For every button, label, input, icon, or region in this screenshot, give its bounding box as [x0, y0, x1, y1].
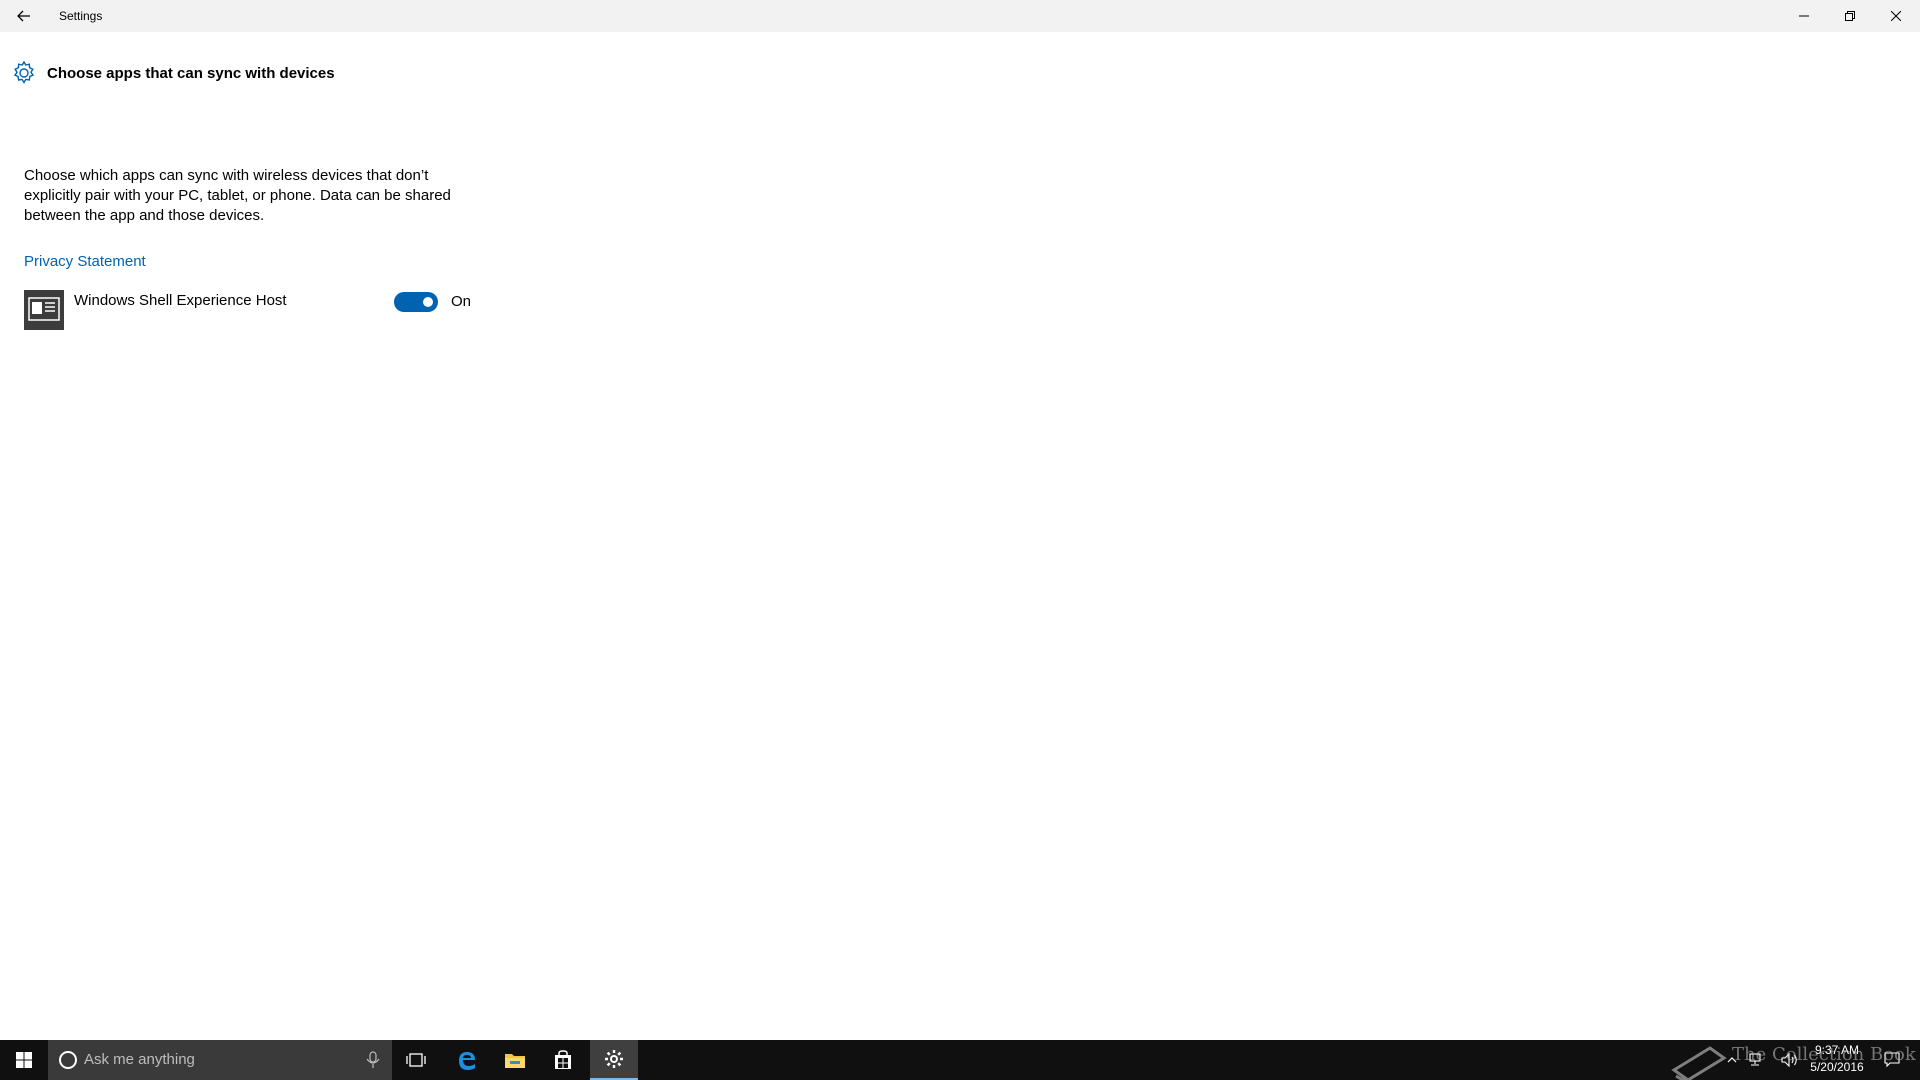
- taskbar: Ask me anything 9:37 AM 5/20/2016: [0, 1040, 1920, 1080]
- close-button[interactable]: [1873, 0, 1919, 32]
- task-view-icon: [406, 1053, 426, 1067]
- settings-gear-icon: [605, 1050, 623, 1068]
- settings-taskbar-button[interactable]: [590, 1040, 638, 1080]
- privacy-statement-link[interactable]: Privacy Statement: [24, 253, 146, 270]
- watermark-text: The Collection Book: [1732, 1044, 1916, 1065]
- microphone-icon[interactable]: [364, 1051, 382, 1069]
- page-header: Choose apps that can sync with devices: [11, 60, 335, 86]
- back-arrow-icon: [17, 10, 30, 22]
- minimize-button[interactable]: [1781, 0, 1827, 32]
- store-button[interactable]: [539, 1040, 587, 1080]
- restore-button[interactable]: [1827, 0, 1873, 32]
- cortana-search-box[interactable]: Ask me anything: [48, 1040, 392, 1080]
- edge-button[interactable]: [443, 1040, 491, 1080]
- shell-experience-host-icon: [24, 290, 64, 330]
- gear-icon: [11, 60, 37, 86]
- close-icon: [1891, 11, 1901, 21]
- sync-toggle[interactable]: [394, 292, 438, 312]
- page-description: Choose which apps can sync with wireless…: [24, 167, 451, 224]
- back-button[interactable]: [0, 0, 48, 32]
- restore-icon: [1845, 11, 1855, 21]
- edge-icon: [459, 1052, 475, 1070]
- title-bar: Settings: [0, 0, 1920, 32]
- toggle-knob: [423, 297, 433, 307]
- app-row: Windows Shell Experience Host On: [24, 290, 484, 332]
- store-icon: [555, 1050, 571, 1069]
- search-placeholder: Ask me anything: [84, 1051, 195, 1068]
- app-name: Windows Shell Experience Host: [74, 292, 287, 309]
- file-explorer-button[interactable]: [491, 1040, 539, 1080]
- page-title: Choose apps that can sync with devices: [47, 64, 335, 82]
- minimize-icon: [1799, 15, 1809, 17]
- task-view-button[interactable]: [392, 1040, 440, 1080]
- windows-logo-icon: [16, 1052, 32, 1068]
- start-button[interactable]: [0, 1040, 48, 1080]
- folder-icon: [505, 1054, 525, 1068]
- toggle-state-label: On: [451, 293, 472, 310]
- cortana-icon: [59, 1051, 77, 1069]
- window-title: Settings: [59, 9, 103, 23]
